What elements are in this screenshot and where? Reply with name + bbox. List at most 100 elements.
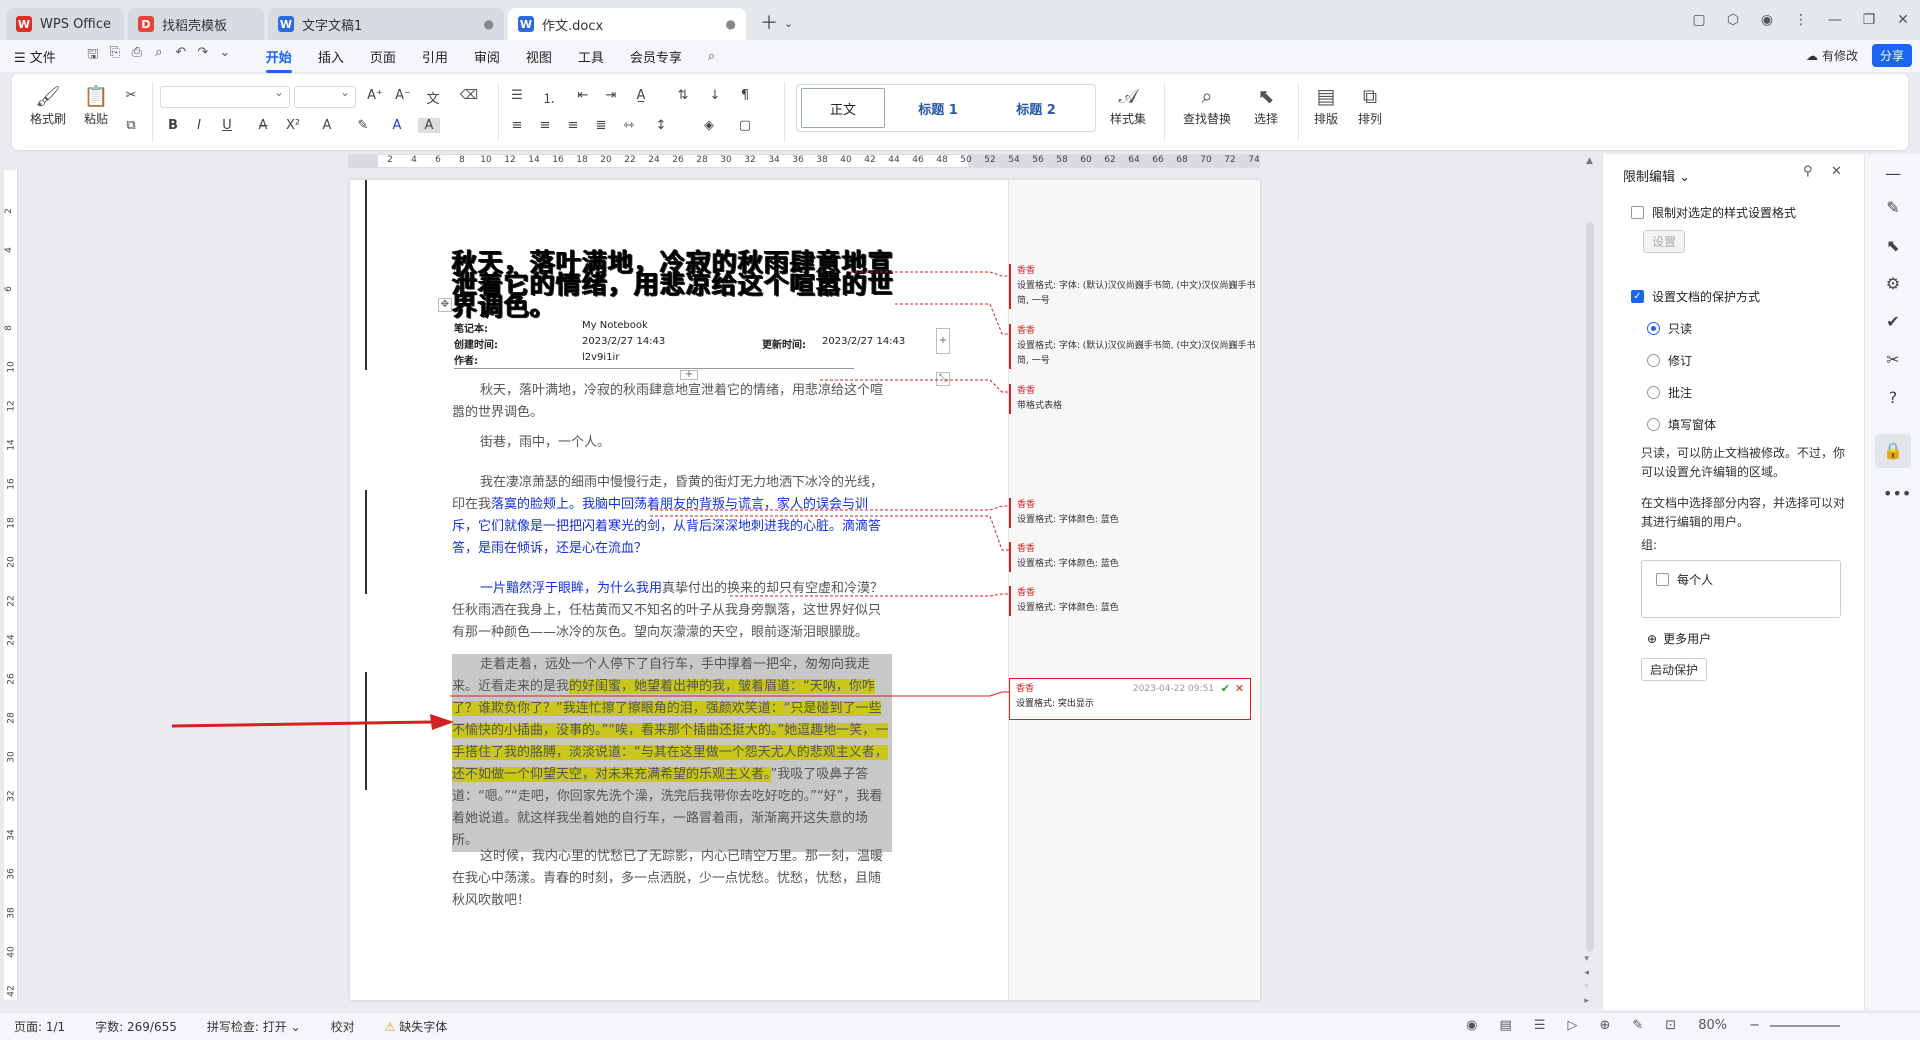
page-count[interactable]: 页面: 1/1 (14, 1018, 65, 1035)
cursor-icon[interactable]: ⬉ (1883, 236, 1903, 255)
panel-title[interactable]: 限制编辑 ⌄ (1623, 166, 1690, 185)
adjust-icon[interactable]: ⚙ (1883, 274, 1903, 293)
cut-icon[interactable]: ✂ (120, 88, 142, 103)
close-icon[interactable]: ● (484, 17, 494, 31)
export-icon[interactable]: ⎘ (104, 45, 126, 67)
menu-dots-icon[interactable]: ⋮ (1784, 12, 1818, 28)
chevron-down-icon[interactable]: ⌄ (214, 45, 236, 67)
style-heading-2[interactable]: 标题 2 (991, 88, 1081, 128)
tools-icon[interactable]: ✂ (1883, 350, 1903, 369)
bold-icon[interactable]: B (162, 118, 184, 133)
clear-format-icon[interactable]: ⌫ (458, 88, 480, 103)
align-right-icon[interactable]: ≡ (562, 118, 584, 133)
more-dots-icon[interactable]: ••• (1883, 484, 1911, 503)
menu-insert[interactable]: 插入 (318, 47, 344, 66)
find-replace-button[interactable]: ⌕ 查找替换 (1176, 82, 1238, 127)
shading-icon[interactable]: ◈ (698, 118, 720, 133)
show-marks-icon[interactable]: ¶ (734, 88, 756, 103)
fit-icon[interactable]: ⊡ (1665, 1018, 1676, 1033)
play-icon[interactable]: ▷ (1567, 1018, 1577, 1033)
menu-view[interactable]: 视图 (526, 47, 552, 66)
chinese-layout-icon[interactable]: A̲ (630, 88, 652, 103)
decrease-indent-icon[interactable]: ⇤ (572, 88, 594, 103)
option-comment[interactable]: 批注 (1647, 384, 1692, 401)
web-view-icon[interactable]: ⊕ (1599, 1018, 1610, 1033)
horizontal-ruler[interactable]: 2 4 6 8 10 12 14 16 18 20 22 24 26 28 30 32 34 36 38 40 42 44… (348, 154, 1260, 168)
minimize-button[interactable]: — (1818, 12, 1852, 28)
save-icon[interactable]: 🖫 (82, 45, 104, 67)
file-menu[interactable]: ☰ 文件 (14, 47, 56, 66)
close-icon[interactable]: ✕ (1831, 164, 1842, 179)
copy-icon[interactable]: ⧉ (120, 118, 142, 133)
review-icon[interactable]: ✔ (1883, 312, 1903, 331)
sort-icon[interactable]: ⇅ (672, 88, 694, 103)
everyone-checkbox[interactable]: 每个人 (1656, 571, 1713, 588)
preview-icon[interactable]: ⌕ (148, 45, 170, 67)
align-left-icon[interactable]: ≡ (506, 118, 528, 133)
window-layout-icon[interactable]: ▢ (1682, 12, 1716, 28)
redo-icon[interactable]: ↷ (192, 45, 214, 67)
menu-page[interactable]: 页面 (370, 47, 396, 66)
share-button[interactable]: 分享 (1871, 44, 1912, 67)
pin-icon[interactable]: ⚲ (1803, 164, 1813, 179)
strikethrough-icon[interactable]: A̶ (252, 118, 274, 133)
restore-button[interactable]: ❐ (1852, 12, 1886, 28)
document-scrollbar[interactable] (1586, 222, 1594, 952)
close-icon[interactable]: ● (726, 17, 736, 31)
page-nav-buttons[interactable]: ▾ ◂ ◦ ▸ (1584, 952, 1589, 1008)
increase-indent-icon[interactable]: ⇥ (600, 88, 622, 103)
limit-format-checkbox[interactable]: 限制对选定的样式设置格式 (1631, 204, 1796, 221)
style-normal[interactable]: 正文 (801, 88, 885, 128)
spell-check[interactable]: 拼写检查: 打开 ⌄ (207, 1018, 301, 1035)
bullet-list-icon[interactable]: ☰ (506, 88, 528, 103)
option-readonly[interactable]: 只读 (1647, 320, 1692, 337)
menu-review[interactable]: 审阅 (474, 47, 500, 66)
phonetic-icon[interactable]: 文 (422, 88, 444, 107)
more-users-link[interactable]: ⊕ 更多用户 (1647, 630, 1711, 647)
grow-font-icon[interactable]: A⁺ (364, 88, 386, 103)
lock-icon[interactable]: 🔒 (1875, 434, 1911, 468)
font-name-select[interactable] (160, 85, 290, 108)
print-icon[interactable]: ⎙ (126, 45, 148, 67)
shrink-font-icon[interactable]: A⁻ (392, 88, 414, 103)
tab-zuowen[interactable]: W 作文.docx ● (508, 8, 746, 40)
style-set-button[interactable]: 𝒜 样式集 (1102, 82, 1154, 127)
cube-icon[interactable]: ⬡ (1716, 12, 1750, 28)
justify-icon[interactable]: ≣ (590, 118, 612, 133)
avatar[interactable]: ◉ (1750, 12, 1784, 28)
option-form[interactable]: 填写窗体 (1647, 416, 1716, 433)
select-button[interactable]: ⬉ 选择 (1244, 82, 1288, 127)
zoom-slider[interactable] (1770, 1024, 1840, 1027)
pen-icon[interactable]: ✎ (1883, 198, 1903, 217)
scroll-up-icon[interactable]: ▲ (1586, 156, 1593, 166)
menu-member[interactable]: 会员专享 (630, 47, 682, 66)
tab-document-1[interactable]: W 文字文稿1 ● (268, 8, 504, 40)
settings-button[interactable]: 设置 (1643, 230, 1686, 253)
font-color-icon[interactable]: A (386, 118, 408, 133)
edit-icon[interactable]: ✎ (1632, 1018, 1643, 1033)
eye-icon[interactable]: ◉ (1466, 1018, 1477, 1033)
collapse-icon[interactable]: — (1883, 164, 1903, 183)
zoom-level[interactable]: 80% (1698, 1018, 1727, 1033)
paste-button[interactable]: 📋 粘贴 (74, 82, 118, 127)
text-effect-icon[interactable]: A (316, 118, 338, 133)
align-center-icon[interactable]: ≡ (534, 118, 556, 133)
layout-button[interactable]: ▤ 排版 (1306, 82, 1346, 127)
outline-view-icon[interactable]: ☰ (1534, 1018, 1546, 1033)
numbered-list-icon[interactable]: ⒈ (538, 88, 560, 107)
protect-method-checkbox[interactable]: ✓ 设置文档的保护方式 (1631, 288, 1760, 305)
undo-icon[interactable]: ↶ (170, 45, 192, 67)
start-protect-button[interactable]: 启动保护 (1641, 658, 1708, 681)
document-page[interactable]: 秋天，落叶满地，冷寂的秋雨肆意地宣泄着它的情绪，用悲凉给这个喧嚣的世界调色。 ✥… (350, 180, 1260, 1000)
vertical-ruler[interactable]: 2 4 6 8 10 12 14 16 18 20 22 24 26 28 30 32 34 36 38 40 42 (4, 170, 18, 1000)
underline-icon[interactable]: U (216, 118, 238, 133)
italic-icon[interactable]: I (188, 118, 210, 133)
tab-wps-office[interactable]: W WPS Office (6, 8, 124, 40)
style-heading-1[interactable]: 标题 1 (893, 88, 983, 128)
help-icon[interactable]: ? (1883, 388, 1903, 407)
revision-status[interactable]: 有修改 (1822, 47, 1858, 64)
new-tab-button[interactable]: ＋ (760, 8, 778, 40)
menu-reference[interactable]: 引用 (422, 47, 448, 66)
font-size-select[interactable] (294, 85, 356, 108)
menu-home[interactable]: 开始 (265, 47, 292, 73)
